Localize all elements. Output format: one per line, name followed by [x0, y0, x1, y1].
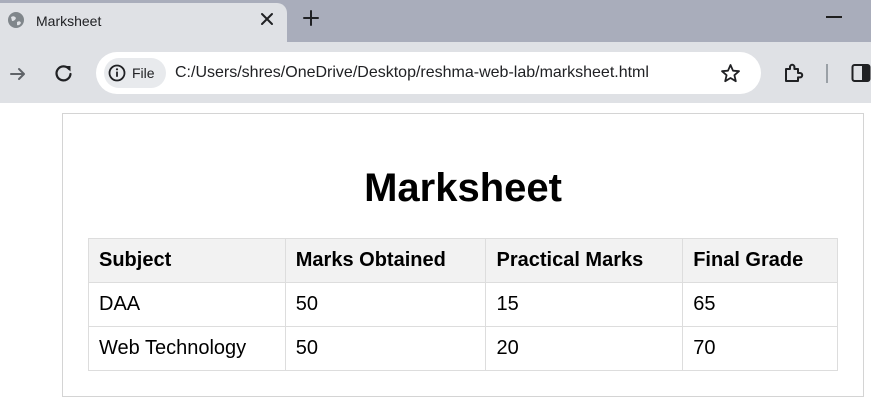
cell-subject: Web Technology	[88, 326, 286, 371]
cell-marks-obtained: 50	[284, 282, 487, 327]
toolbar-divider	[826, 64, 828, 83]
globe-icon	[8, 12, 24, 28]
url-text[interactable]: C:/Users/shres/OneDrive/Desktop/reshma-w…	[175, 64, 649, 82]
cell-practical-marks: 15	[485, 282, 684, 327]
header-final-grade: Final Grade	[682, 238, 838, 283]
tab-title: Marksheet	[36, 13, 102, 29]
star-icon[interactable]	[720, 63, 741, 84]
puzzle-icon[interactable]	[782, 61, 806, 85]
tab-marksheet[interactable]: Marksheet	[0, 3, 287, 42]
arrow-right-icon[interactable]	[8, 64, 28, 84]
cell-marks-obtained: 50	[284, 326, 487, 371]
header-marks-obtained: Marks Obtained	[284, 238, 487, 283]
info-icon	[108, 64, 126, 82]
plus-icon[interactable]	[302, 9, 320, 27]
cell-practical-marks: 20	[485, 326, 684, 371]
tab-strip: Marksheet	[0, 0, 871, 42]
minimize-icon[interactable]	[826, 16, 842, 18]
table-header-row: Subject Marks Obtained Practical Marks F…	[88, 238, 838, 283]
page-title: Marksheet	[364, 166, 562, 210]
header-subject: Subject	[88, 238, 286, 283]
marksheet-container: Marksheet Subject Marks Obtained Practic…	[62, 113, 864, 397]
cell-subject: DAA	[88, 282, 286, 327]
site-chip-label: File	[132, 65, 155, 81]
marks-table: Subject Marks Obtained Practical Marks F…	[88, 238, 838, 371]
cell-final-grade: 65	[682, 282, 838, 327]
table-row: DAA 50 15 65	[88, 282, 838, 327]
side-panel-icon[interactable]	[851, 63, 871, 83]
header-practical-marks: Practical Marks	[485, 238, 684, 283]
table-row: Web Technology 50 20 70	[88, 326, 838, 371]
close-icon[interactable]	[258, 10, 276, 28]
reload-icon[interactable]	[53, 63, 74, 84]
address-bar[interactable]: File C:/Users/shres/OneDrive/Desktop/res…	[96, 52, 761, 94]
cell-final-grade: 70	[682, 326, 838, 371]
browser-toolbar: File C:/Users/shres/OneDrive/Desktop/res…	[0, 42, 871, 103]
site-info-chip[interactable]: File	[104, 58, 166, 88]
